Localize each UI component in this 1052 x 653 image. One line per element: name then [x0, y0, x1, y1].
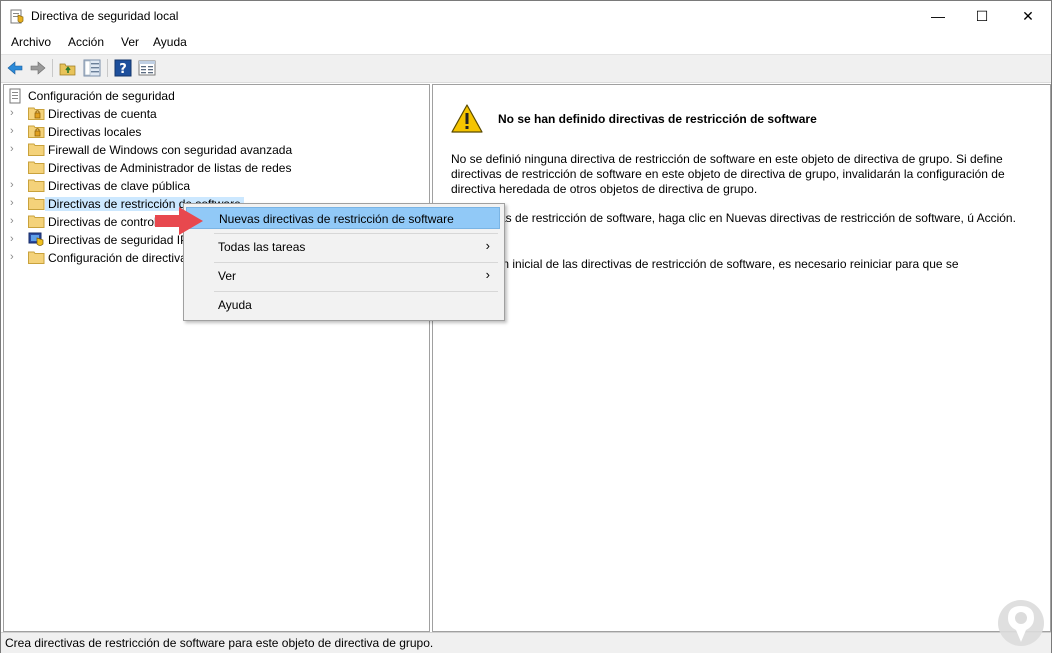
pointer-arrow-icon [155, 207, 203, 235]
folder-icon [28, 179, 45, 192]
folder-icon [28, 161, 45, 174]
forward-icon[interactable] [29, 59, 47, 77]
security-policy-app-icon [10, 9, 24, 24]
svg-text:?: ? [119, 62, 127, 77]
folder-lock-icon [28, 107, 45, 120]
chevron-right-icon[interactable]: › [10, 215, 20, 229]
up-folder-icon[interactable] [59, 59, 77, 77]
tree-item-admin-listas-redes[interactable]: Directivas de Administrador de listas de… [10, 159, 410, 177]
menu-item-ayuda[interactable]: Ayuda [186, 294, 500, 316]
status-bar: Crea directivas de restricción de softwa… [1, 632, 1051, 653]
menu-item-label: Ayuda [218, 298, 252, 312]
logo-icon [998, 600, 1044, 646]
menu-item-todas-las-tareas[interactable]: Todas las tareas › [186, 236, 500, 258]
chevron-right-icon[interactable]: › [10, 143, 20, 157]
tree-item-label: Directivas de cuenta [48, 107, 157, 121]
details-paragraph-3: la creación inicial de las directivas de… [451, 257, 959, 271]
tree-item-directivas-cuenta[interactable]: › Directivas de cuenta [10, 105, 410, 123]
status-text: Crea directivas de restricción de softwa… [5, 636, 434, 650]
menu-bar: Archivo Acción Ver Ayuda [1, 31, 1051, 53]
details-title: No se han definido directivas de restric… [498, 112, 817, 126]
menu-item-nuevas-directivas[interactable]: Nuevas directivas de restricción de soft… [186, 207, 500, 229]
menu-separator [214, 291, 498, 292]
properties-icon[interactable] [138, 59, 156, 77]
details-paragraph-1: No se definió ninguna directiva de restr… [451, 152, 1005, 196]
menu-archivo[interactable]: Archivo [11, 35, 51, 49]
window-title: Directiva de seguridad local [31, 9, 179, 23]
menu-separator [214, 262, 498, 263]
chevron-right-icon[interactable]: › [10, 107, 20, 121]
menu-ayuda[interactable]: Ayuda [153, 35, 187, 49]
toolbar-separator [52, 59, 53, 77]
tree-item-clave-publica[interactable]: › Directivas de clave pública [10, 177, 410, 195]
security-settings-icon [9, 88, 21, 104]
warning-icon [451, 104, 483, 133]
show-hide-tree-icon[interactable] [83, 59, 101, 77]
details-pane: No se han definido directivas de restric… [432, 84, 1051, 632]
menu-ver[interactable]: Ver [121, 35, 139, 49]
chevron-right-icon[interactable]: › [10, 251, 20, 265]
toolbar-separator [107, 59, 108, 77]
ip-security-icon [28, 232, 44, 246]
minimize-button[interactable]: — [915, 1, 961, 31]
tree-item-label: Configuración de directiva [48, 251, 187, 265]
tree-item-directivas-locales[interactable]: › Directivas locales [10, 123, 410, 141]
tree-item-label: Directivas locales [48, 125, 142, 139]
menu-item-label: Ver [218, 269, 237, 283]
menu-separator [214, 233, 498, 234]
tree-root-label: Configuración de seguridad [28, 89, 175, 103]
tree-item-label: Directivas de Administrador de listas de… [48, 161, 292, 175]
close-button[interactable]: ✕ [1005, 1, 1051, 31]
menu-accion[interactable]: Acción [68, 35, 104, 49]
tree-item-label: Firewall de Windows con seguridad avanza… [48, 143, 293, 157]
toolbar: ? [1, 54, 1051, 83]
tree-pane: Configuración de seguridad › Directivas … [3, 84, 430, 632]
folder-icon [28, 251, 45, 264]
folder-icon [28, 197, 45, 210]
folder-icon [28, 215, 45, 228]
chevron-right-icon[interactable]: › [10, 125, 20, 139]
tree-item-label: Directivas de clave pública [48, 179, 191, 193]
app-window: Directiva de seguridad local — ☐ ✕ Archi… [0, 0, 1052, 653]
context-menu: Nuevas directivas de restricción de soft… [183, 203, 505, 321]
chevron-right-icon[interactable]: › [10, 233, 20, 247]
chevron-right-icon[interactable]: › [10, 197, 20, 211]
chevron-right-icon[interactable]: › [10, 179, 20, 193]
maximize-button[interactable]: ☐ [959, 1, 1005, 31]
help-icon[interactable]: ? [114, 59, 132, 77]
submenu-arrow-icon: › [485, 238, 490, 253]
title-bar: Directiva de seguridad local — ☐ ✕ [1, 1, 1051, 31]
tree-item-firewall[interactable]: › Firewall de Windows con seguridad avan… [10, 141, 410, 159]
folder-icon [28, 143, 45, 156]
details-paragraph-2: ir directivas de restricción de software… [451, 211, 1016, 225]
menu-item-label: Todas las tareas [218, 240, 306, 254]
folder-lock-icon [28, 125, 45, 138]
menu-item-label: Nuevas directivas de restricción de soft… [219, 212, 454, 226]
submenu-arrow-icon: › [485, 267, 490, 282]
menu-item-ver[interactable]: Ver › [186, 265, 500, 287]
back-icon[interactable] [6, 59, 24, 77]
